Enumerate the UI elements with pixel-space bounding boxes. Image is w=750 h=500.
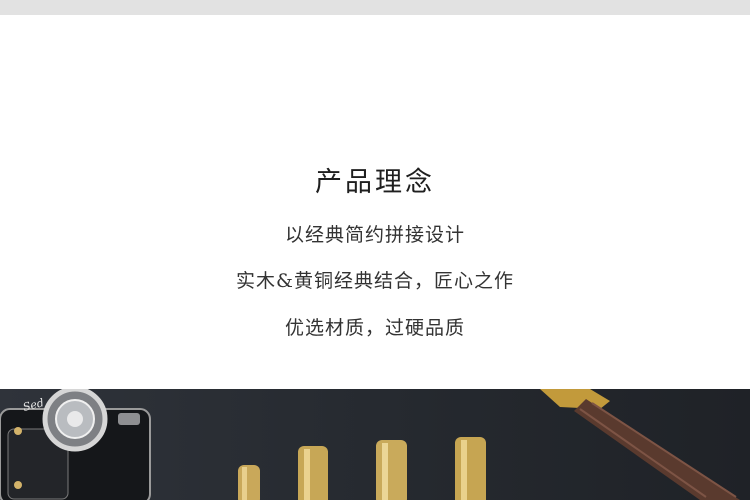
concept-line-materials: 实木&黄铜经典结合，匠心之作: [236, 270, 514, 292]
product-photo: Sed: [0, 389, 750, 500]
section-title: 产品理念: [315, 167, 435, 198]
product-concept-banner: 产品理念 以经典简约拼接设计 实木&黄铜经典结合，匠心之作 优选材质，过硬品质 …: [0, 0, 750, 500]
top-divider-band: [0, 0, 750, 15]
concept-line-quality: 优选材质，过硬品质: [284, 317, 465, 339]
brass-cylinders: [238, 437, 486, 500]
concept-line-design: 以经典简约拼接设计: [284, 224, 465, 246]
camera-ornament: Sed: [0, 389, 151, 500]
leather-watch-strap: [540, 389, 740, 500]
